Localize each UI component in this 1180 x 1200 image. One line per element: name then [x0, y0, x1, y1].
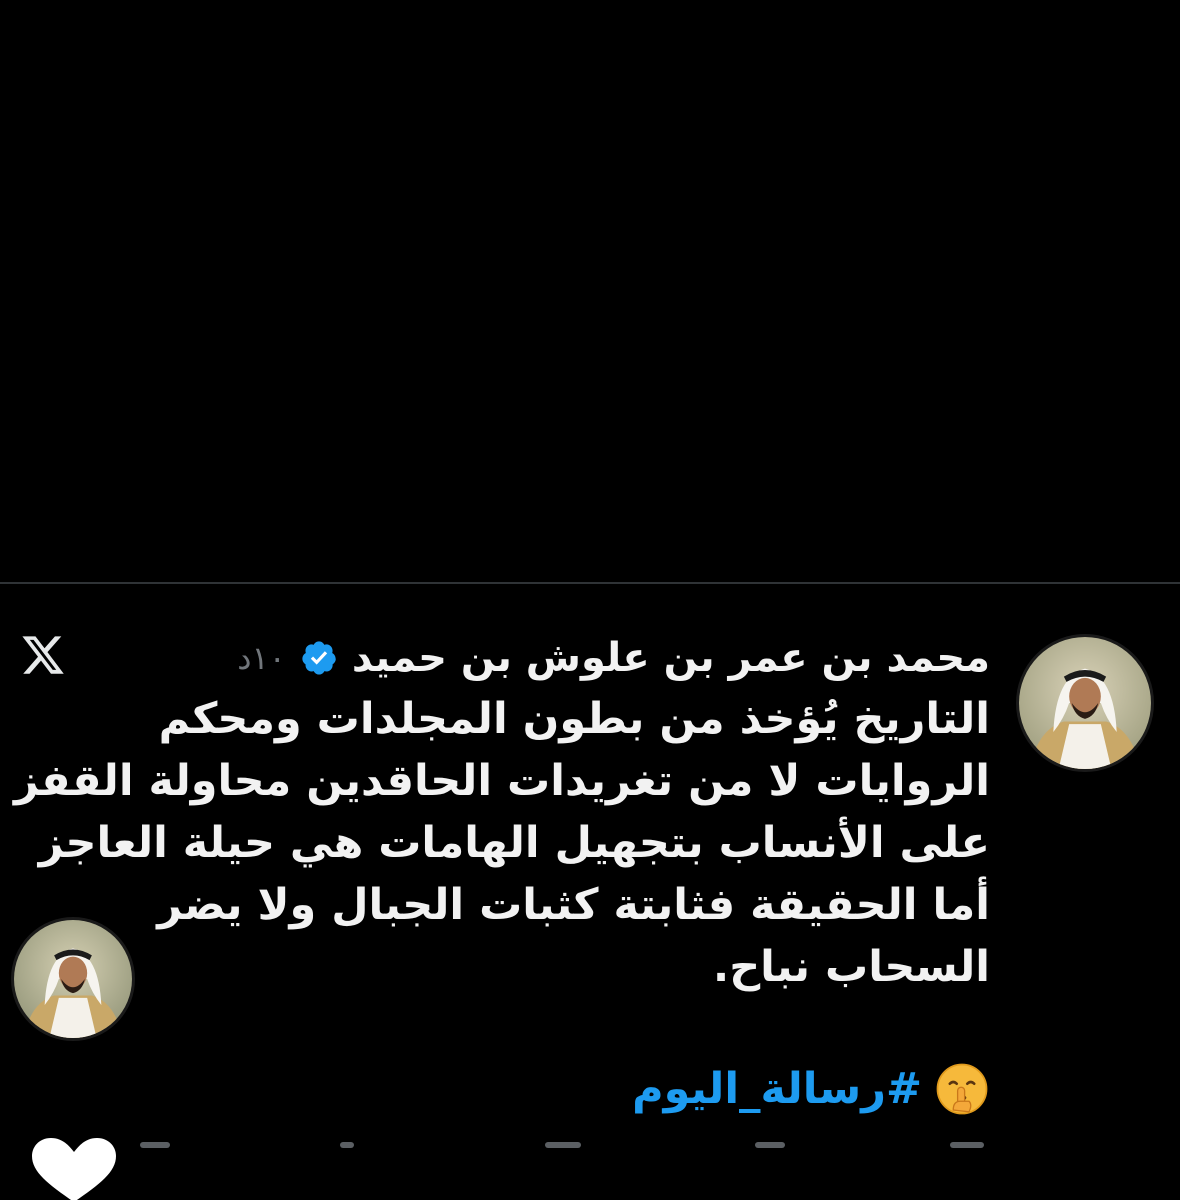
- tweet-actions: [0, 1132, 1180, 1200]
- tweet-text-line: السحاب نباح.: [712, 942, 990, 992]
- tweet-text-line: الروايات لا من تغريدات الحاقدين محاولة ا…: [14, 756, 990, 806]
- tweet-text-line: على الأنساب بتجهيل الهامات هي حيلة العاج…: [38, 818, 990, 868]
- views-icon[interactable]: [755, 1142, 785, 1148]
- tweet-card[interactable]: محمد بن عمر بن علوش بن حميد ١٠د التاريخ …: [0, 584, 1180, 1200]
- tweet-text-line: التاريخ يُؤخذ من بطون المجلدات ومحكم: [158, 694, 990, 744]
- tweet-text: التاريخ يُؤخذ من بطون المجلدات ومحكم الر…: [14, 688, 990, 998]
- heart-icon[interactable]: [30, 1138, 118, 1200]
- tweet-text-line: أما الحقيقة فثابتة كثبات الجبال ولا يضر: [157, 880, 990, 930]
- hashtag-link[interactable]: #رسالة_اليوم: [632, 1064, 922, 1114]
- verified-badge-icon: [300, 639, 338, 677]
- display-name[interactable]: محمد بن عمر بن علوش بن حميد: [352, 635, 990, 681]
- tweet-header: محمد بن عمر بن علوش بن حميد ١٠د: [237, 628, 990, 688]
- avatar[interactable]: [1016, 634, 1154, 772]
- x-logo-icon[interactable]: [20, 632, 66, 678]
- shushing-face-icon: [934, 1061, 990, 1117]
- hashtag-row: #رسالة_اليوم: [632, 1054, 990, 1124]
- bookmark-icon[interactable]: [340, 1142, 354, 1148]
- timestamp[interactable]: ١٠د: [237, 639, 286, 677]
- avatar[interactable]: [11, 917, 135, 1041]
- share-icon[interactable]: [950, 1142, 984, 1148]
- reply-icon[interactable]: [140, 1142, 170, 1148]
- empty-media-area: [0, 0, 1180, 582]
- retweet-icon[interactable]: [545, 1142, 581, 1148]
